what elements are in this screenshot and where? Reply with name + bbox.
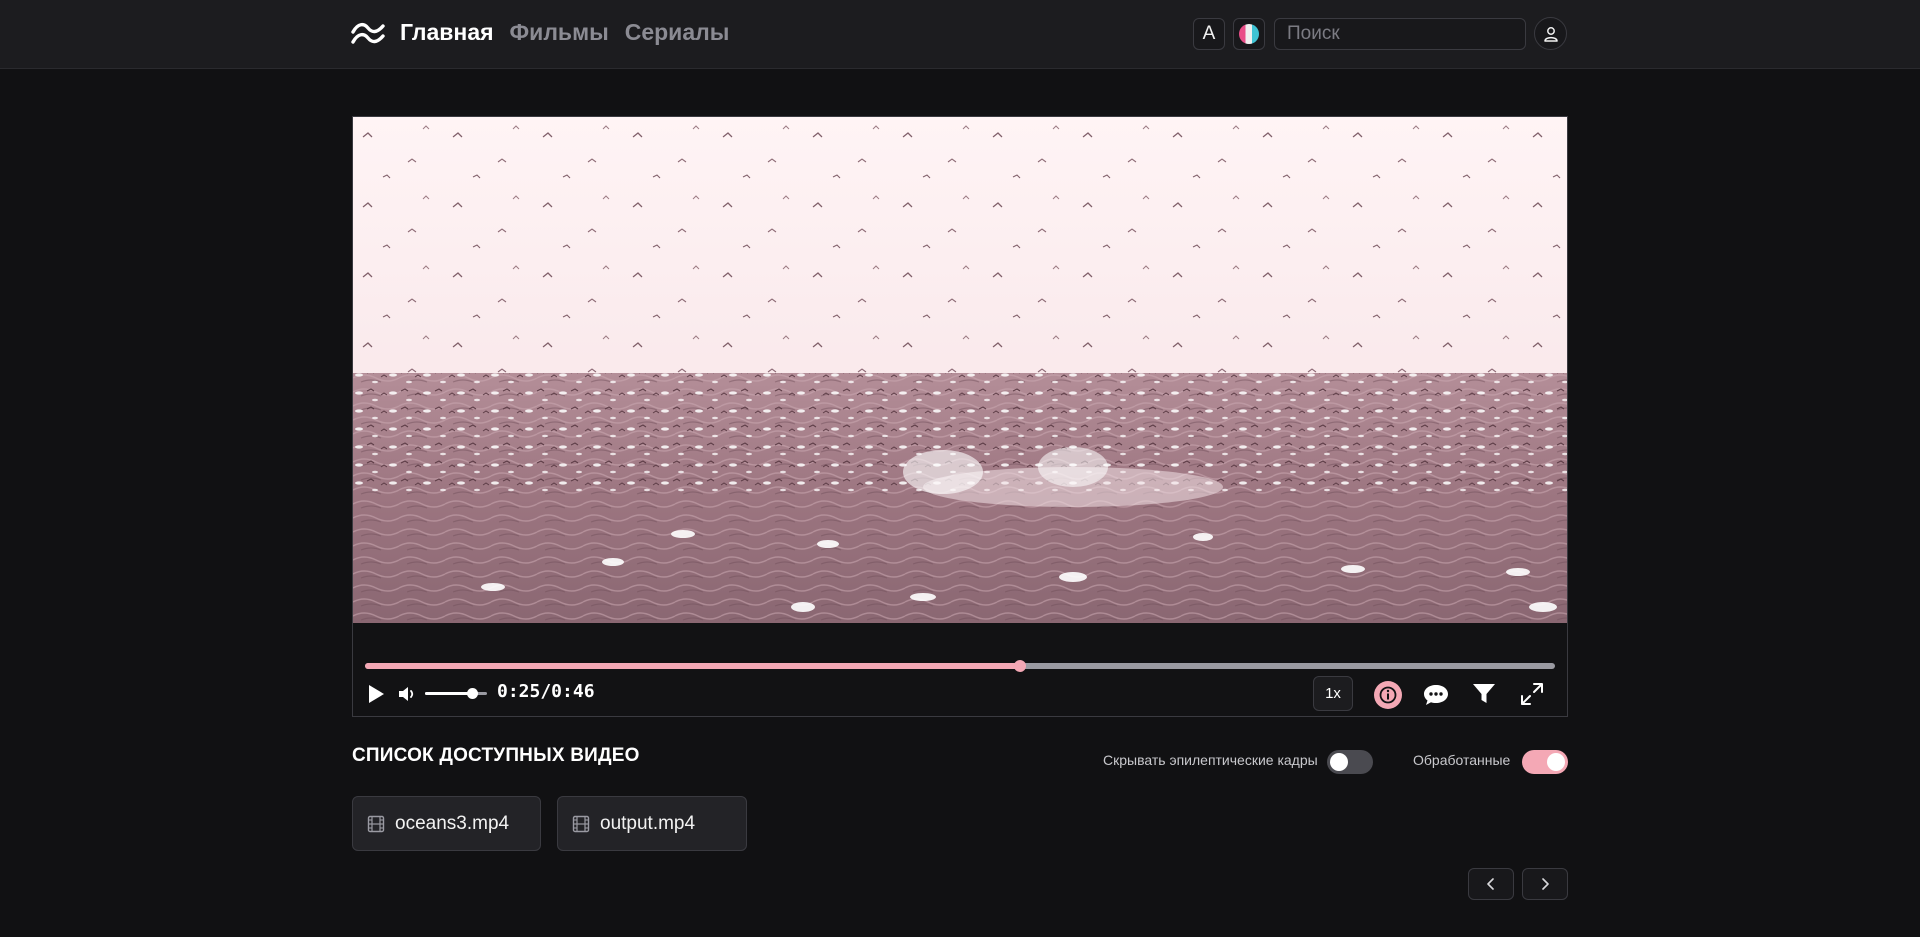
top-header: Главная Фильмы Сериалы A: [0, 0, 1920, 69]
volume-thumb[interactable]: [466, 688, 478, 699]
toggle-knob: [1330, 753, 1348, 771]
toggle-knob: [1547, 753, 1565, 771]
filter-button[interactable]: [1471, 681, 1497, 707]
play-icon: [369, 685, 384, 703]
video-frame[interactable]: [353, 117, 1567, 623]
subtitles-icon: [1424, 685, 1448, 705]
info-button[interactable]: [1374, 681, 1402, 709]
video-file-card[interactable]: output.mp4: [557, 796, 747, 851]
video-list-title: СПИСОК ДОСТУПНЫХ ВИДЕО: [352, 745, 640, 766]
volume-level: [425, 692, 472, 695]
tailwind-wave-icon[interactable]: [351, 21, 385, 47]
subtitles-button[interactable]: [1422, 681, 1450, 709]
font-toggle-button[interactable]: A: [1193, 18, 1225, 50]
seek-bar[interactable]: [365, 660, 1555, 672]
processed-toggle[interactable]: [1522, 750, 1568, 774]
video-player: 0:25/0:46 1x: [352, 116, 1568, 717]
info-icon: [1379, 686, 1397, 704]
time-display: 0:25/0:46: [497, 681, 595, 702]
nav-item-home[interactable]: Главная: [400, 19, 494, 46]
main-nav: Главная Фильмы Сериалы: [400, 19, 729, 46]
film-icon: [572, 815, 590, 832]
hide-epileptic-toggle[interactable]: [1327, 750, 1373, 774]
processed-label: Обработанные: [1413, 752, 1511, 768]
fullscreen-button[interactable]: [1519, 681, 1545, 707]
volume-icon: [399, 687, 414, 701]
nav-item-series[interactable]: Сериалы: [625, 19, 730, 46]
user-icon: [1543, 26, 1558, 42]
seek-bar-thumb[interactable]: [1013, 660, 1026, 672]
filter-icon: [1473, 684, 1495, 703]
video-file-name: oceans3.mp4: [395, 812, 510, 834]
video-file-card[interactable]: oceans3.mp4: [352, 796, 541, 851]
mute-button[interactable]: [397, 683, 419, 705]
theme-palette-button[interactable]: [1233, 18, 1265, 50]
hide-epileptic-label: Скрывать эпилептические кадры: [1103, 752, 1318, 768]
play-button[interactable]: [365, 682, 387, 706]
user-button[interactable]: [1534, 17, 1567, 50]
nav-item-movies[interactable]: Фильмы: [510, 19, 609, 46]
prev-page-button[interactable]: [1468, 868, 1514, 900]
chevron-right-icon: [1542, 878, 1549, 890]
next-page-button[interactable]: [1522, 868, 1568, 900]
search-input[interactable]: [1274, 18, 1526, 50]
playback-speed-button[interactable]: 1x: [1313, 676, 1353, 711]
seek-bar-played: [365, 663, 1020, 669]
color-palette-icon: [1239, 24, 1259, 44]
fullscreen-icon: [1521, 683, 1543, 705]
film-icon: [367, 815, 385, 832]
volume-slider[interactable]: [425, 688, 487, 699]
video-file-name: output.mp4: [600, 812, 696, 834]
chevron-left-icon: [1487, 878, 1494, 890]
